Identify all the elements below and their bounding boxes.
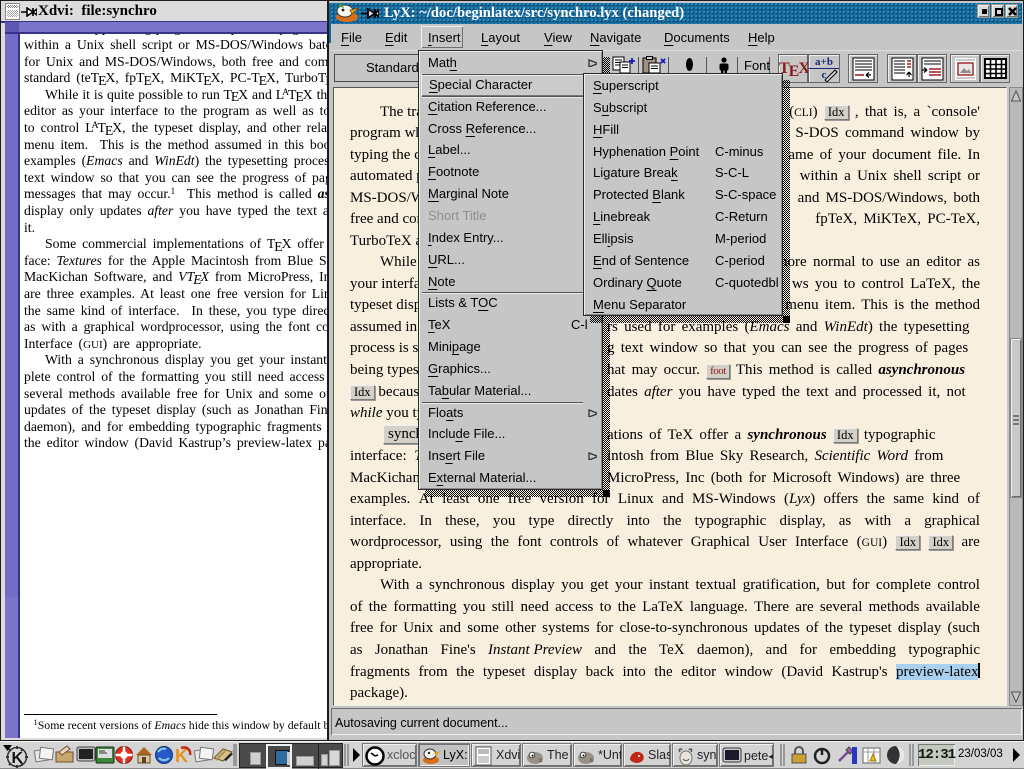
svg-text:K: K — [12, 750, 24, 767]
